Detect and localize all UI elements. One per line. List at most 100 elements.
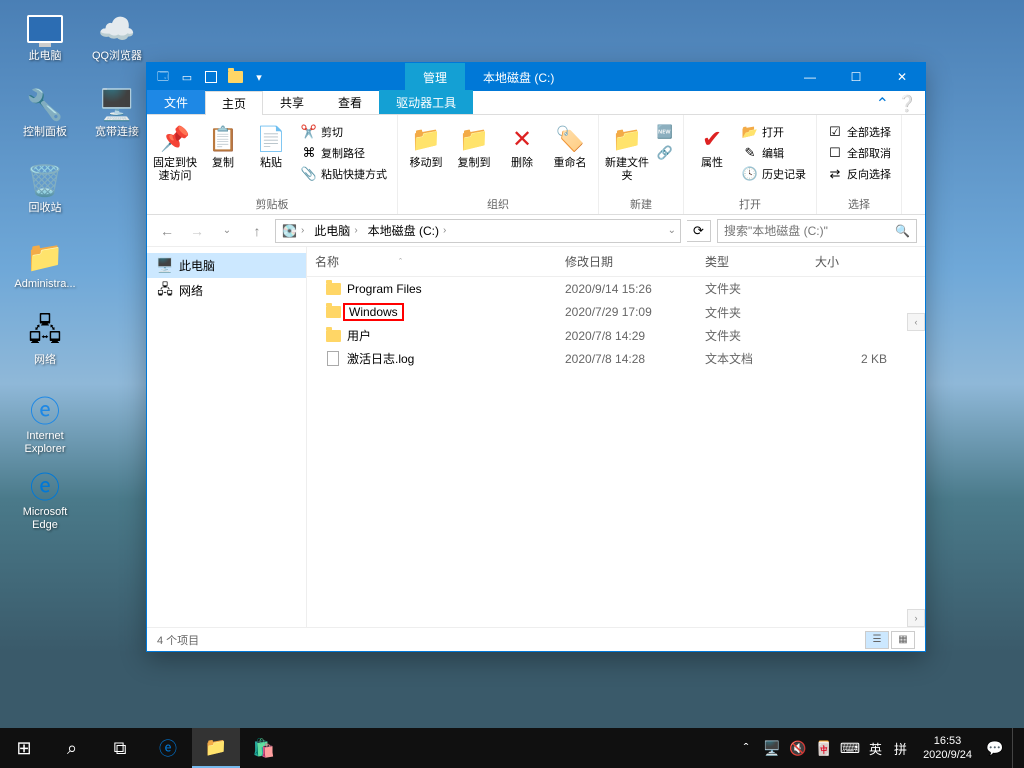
show-desktop-button[interactable] xyxy=(1012,728,1018,768)
window-controls: — ☐ ✕ xyxy=(787,63,925,91)
desktop-icon-qq[interactable]: ☁️QQ浏览器 xyxy=(82,10,152,78)
copy-to-button[interactable]: 📁复制到 xyxy=(452,119,496,170)
file-row[interactable]: 激活日志.log2020/7/8 14:28文本文档2 KB xyxy=(307,347,925,370)
qat-newfolder-icon[interactable] xyxy=(225,67,245,87)
ime-mode[interactable]: 拼 xyxy=(892,739,909,758)
address-bar[interactable]: 💽› 此电脑› 本地磁盘 (C:)› ⌄ xyxy=(275,219,681,243)
properties-button[interactable]: ✔属性 xyxy=(690,119,734,170)
action-center-icon[interactable]: 💬 xyxy=(986,739,1004,757)
taskview-button[interactable]: ⧉ xyxy=(96,728,144,768)
desktop-icon-control-panel[interactable]: 🔧控制面板 xyxy=(10,86,80,154)
address-row: ← → ⌄ ↑ 💽› 此电脑› 本地磁盘 (C:)› ⌄ ⟳ 🔍 xyxy=(147,215,925,247)
select-none-button[interactable]: ☐全部取消 xyxy=(823,144,895,162)
file-row[interactable]: Program Files2020/9/14 15:26文件夹 xyxy=(307,277,925,300)
close-button[interactable]: ✕ xyxy=(879,63,925,91)
view-icons-button[interactable]: ▦ xyxy=(891,631,915,649)
edit-button[interactable]: ✎编辑 xyxy=(738,144,810,162)
pin-quick-access-button[interactable]: 📌固定到快速访问 xyxy=(153,119,197,183)
select-invert-button[interactable]: ⇄反向选择 xyxy=(823,165,895,183)
search-icon[interactable]: 🔍 xyxy=(895,224,910,238)
copy-path-button[interactable]: ⌘复制路径 xyxy=(297,144,391,162)
tray-overflow-icon[interactable]: ˆ xyxy=(737,739,755,757)
ime-lang[interactable]: 英 xyxy=(867,739,884,758)
ribbon-collapse-icon[interactable]: ⌃ xyxy=(876,94,889,114)
app-icon[interactable]: 🗔 xyxy=(153,67,173,87)
taskbar-explorer[interactable]: 📁 xyxy=(192,728,240,768)
tray-keyboard-icon[interactable]: ⌨ xyxy=(841,739,859,757)
new-folder-button[interactable]: 📁新建文件夹 xyxy=(605,119,649,183)
file-row[interactable]: Windows2020/7/29 17:09文件夹 xyxy=(307,300,925,324)
tab-file[interactable]: 文件 xyxy=(147,90,205,114)
paste-button[interactable]: 📄粘贴 xyxy=(249,119,293,170)
search-input[interactable] xyxy=(724,224,895,238)
taskbar-edge[interactable]: ⓔ xyxy=(144,728,192,768)
qat-checkbox-icon[interactable] xyxy=(201,67,221,87)
newitem-icon: 🆕 xyxy=(657,124,673,140)
desktop-icon-edge[interactable]: ⓔMicrosoft Edge xyxy=(10,466,80,534)
status-text: 4 个项目 xyxy=(157,632,199,648)
col-name[interactable]: 名称ˆ xyxy=(315,253,565,270)
desktop-icon-ie[interactable]: ⓔInternet Explorer xyxy=(10,390,80,458)
desktop-icon-recycle[interactable]: 🗑️回收站 xyxy=(10,162,80,230)
maximize-button[interactable]: ☐ xyxy=(833,63,879,91)
properties-icon: ✔ xyxy=(696,123,728,155)
start-button[interactable]: ⊞ xyxy=(0,728,48,768)
paste-shortcut-button[interactable]: 📎粘贴快捷方式 xyxy=(297,165,391,183)
desktop-icon-admin[interactable]: 📁Administra... xyxy=(10,238,80,306)
delete-button[interactable]: ✕删除 xyxy=(500,119,544,170)
col-type[interactable]: 类型 xyxy=(705,253,815,270)
file-row[interactable]: 用户2020/7/8 14:29文件夹 xyxy=(307,324,925,347)
col-date[interactable]: 修改日期 xyxy=(565,253,705,270)
easy-access-button[interactable]: 🔗 xyxy=(653,144,677,162)
select-all-button[interactable]: ☑全部选择 xyxy=(823,123,895,141)
help-icon[interactable]: ❔ xyxy=(897,94,917,114)
new-item-button[interactable]: 🆕 xyxy=(653,123,677,141)
explorer-window: 🗔 ▭ ▾ 管理 本地磁盘 (C:) — ☐ ✕ 文件 主页 共享 查看 驱动器… xyxy=(146,62,926,652)
tab-home[interactable]: 主页 xyxy=(205,91,263,115)
desktop-icon-network[interactable]: 🖧网络 xyxy=(10,314,80,382)
rename-icon: 🏷️ xyxy=(554,123,586,155)
refresh-button[interactable]: ⟳ xyxy=(687,220,711,242)
easy-icon: 🔗 xyxy=(657,145,673,161)
rename-button[interactable]: 🏷️重命名 xyxy=(548,119,592,170)
nav-back-button[interactable]: ← xyxy=(155,219,179,243)
nav-up-button[interactable]: ↑ xyxy=(245,219,269,243)
shortcut-icon: 📎 xyxy=(301,166,317,182)
breadcrumb-drive-icon[interactable]: 💽› xyxy=(278,224,310,238)
history-button[interactable]: 🕓历史记录 xyxy=(738,165,810,183)
desktop-icon-dialup[interactable]: 🖥️宽带连接 xyxy=(82,86,152,154)
qat-properties-icon[interactable]: ▭ xyxy=(177,67,197,87)
column-headers: 名称ˆ 修改日期 类型 大小 xyxy=(307,247,925,277)
navpane-network[interactable]: 🖧网络 xyxy=(147,278,306,303)
statusbar: 4 个项目 ☰ ▦ xyxy=(147,627,925,651)
move-to-button[interactable]: 📁移动到 xyxy=(404,119,448,170)
navpane-this-pc[interactable]: 🖥️此电脑 xyxy=(147,253,306,278)
desktop-icon-this-pc[interactable]: 此电脑 xyxy=(10,10,80,78)
tab-view[interactable]: 查看 xyxy=(321,90,379,114)
view-details-button[interactable]: ☰ xyxy=(865,631,889,649)
tray-network-icon[interactable]: 🖥️ xyxy=(763,739,781,757)
addr-dropdown-icon[interactable]: ⌄ xyxy=(666,225,678,236)
titlebar[interactable]: 🗔 ▭ ▾ 管理 本地磁盘 (C:) — ☐ ✕ xyxy=(147,63,925,91)
tab-drive-tools[interactable]: 驱动器工具 xyxy=(379,90,473,114)
scroll-right-button[interactable]: › xyxy=(907,609,925,627)
tray-clock[interactable]: 16:53 2020/9/24 xyxy=(917,734,978,763)
tray-volume-icon[interactable]: 🔇 xyxy=(789,739,807,757)
move-icon: 📁 xyxy=(410,123,442,155)
tray-ime-icon[interactable]: 🀄 xyxy=(815,739,833,757)
search-button[interactable]: ⌕ xyxy=(48,728,96,768)
nav-recent-button[interactable]: ⌄ xyxy=(215,219,239,243)
scroll-left-button[interactable]: ‹ xyxy=(907,313,925,331)
tab-share[interactable]: 共享 xyxy=(263,90,321,114)
minimize-button[interactable]: — xyxy=(787,63,833,91)
copy-button[interactable]: 📋复制 xyxy=(201,119,245,170)
search-box[interactable]: 🔍 xyxy=(717,219,917,243)
col-size[interactable]: 大小 xyxy=(815,253,917,270)
qat-dropdown-icon[interactable]: ▾ xyxy=(249,67,269,87)
breadcrumb-current[interactable]: 本地磁盘 (C:)› xyxy=(364,222,453,239)
cut-button[interactable]: ✂️剪切 xyxy=(297,123,391,141)
nav-forward-button[interactable]: → xyxy=(185,219,209,243)
open-button[interactable]: 📂打开 xyxy=(738,123,810,141)
breadcrumb-this-pc[interactable]: 此电脑› xyxy=(310,222,363,239)
taskbar-store[interactable]: 🛍️ xyxy=(240,728,288,768)
